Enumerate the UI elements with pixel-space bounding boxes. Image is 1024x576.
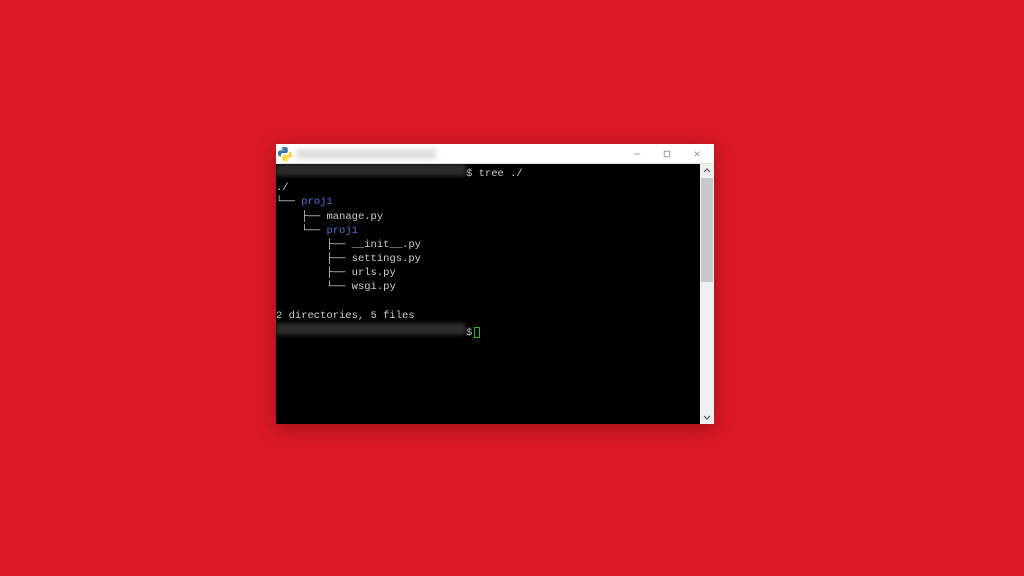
prompt-path-obscured-2 (276, 323, 466, 335)
terminal-window: $ tree ././└── proj1 ├── manage.py └── p… (276, 144, 714, 424)
prompt-symbol-2: $ (466, 327, 472, 339)
window-controls (622, 145, 712, 163)
scroll-track[interactable] (700, 178, 714, 410)
tree-file-wsgi: wsgi.py (352, 281, 396, 293)
scroll-thumb[interactable] (701, 178, 713, 282)
scroll-down-button[interactable] (700, 410, 714, 424)
prompt-path-obscured (276, 164, 466, 176)
terminal-output[interactable]: $ tree ././└── proj1 ├── manage.py └── p… (276, 164, 700, 424)
scrollbar[interactable] (700, 164, 714, 424)
close-button[interactable] (682, 145, 712, 163)
tree-summary: 2 directories, 5 files (276, 310, 415, 322)
titlebar-left (278, 147, 622, 161)
maximize-button[interactable] (652, 145, 682, 163)
tree-root: ./ (276, 182, 289, 194)
terminal-body: $ tree ././└── proj1 ├── manage.py └── p… (276, 164, 714, 424)
titlebar[interactable] (276, 144, 714, 164)
tree-file-urls: urls.py (352, 267, 396, 279)
tree-file-init: __init__.py (352, 239, 421, 251)
terminal-cursor (474, 327, 480, 338)
scroll-up-button[interactable] (700, 164, 714, 178)
tree-file-settings: settings.py (352, 253, 421, 265)
window-title (296, 149, 436, 159)
command-text: tree ./ (479, 168, 523, 180)
tree-dir-proj1-inner: proj1 (326, 225, 358, 237)
minimize-button[interactable] (622, 145, 652, 163)
tree-dir-proj1: proj1 (301, 196, 333, 208)
tree-file-manage: manage.py (326, 211, 383, 223)
python-icon (278, 147, 292, 161)
